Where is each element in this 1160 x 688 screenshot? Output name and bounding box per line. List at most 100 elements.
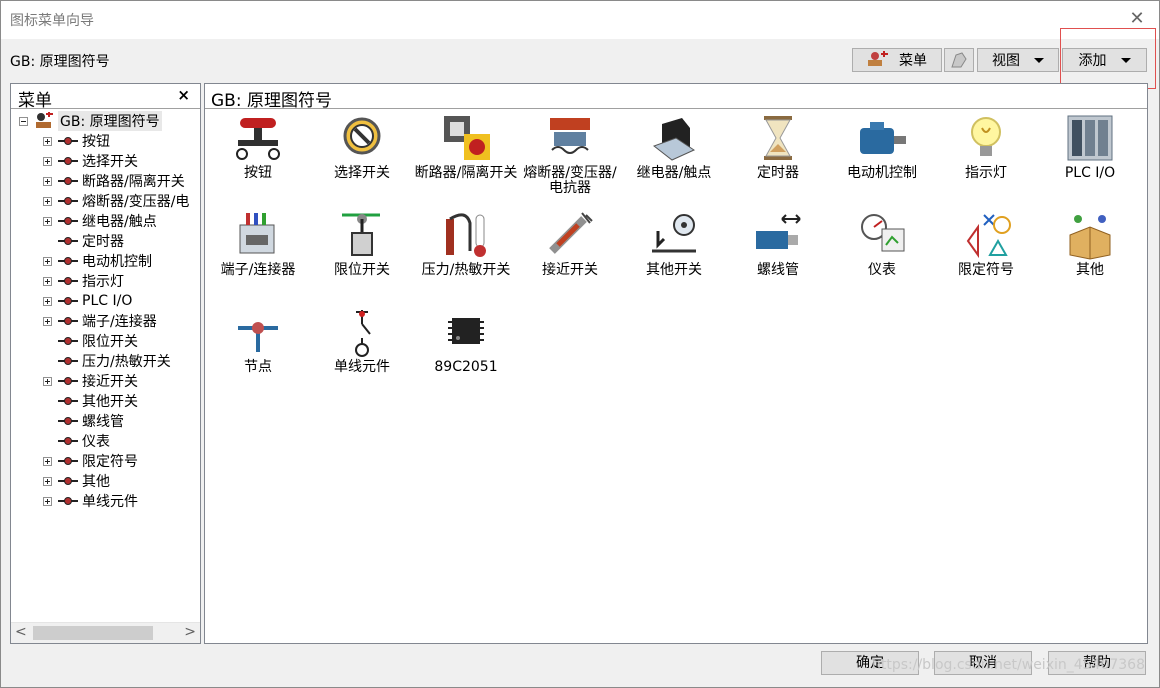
component-symbol-icon [58, 356, 78, 366]
symbol-tile-label: 螺线管 [757, 262, 799, 278]
symbol-tile-label: 节点 [244, 359, 272, 375]
symbol-tile[interactable]: 限定符号 [934, 207, 1038, 303]
qualifier-icon [966, 214, 1011, 259]
symbol-tile[interactable]: 仪表 [830, 207, 934, 303]
tree-item[interactable]: 压力/热敏开关 [43, 351, 171, 371]
symbol-tile[interactable]: 压力/热敏开关 [414, 207, 518, 303]
schematic-root-icon [36, 112, 53, 128]
component-symbol-icon [58, 176, 78, 186]
expand-icon[interactable] [43, 276, 52, 286]
tree-item[interactable]: 限位开关 [43, 331, 138, 351]
tree-item-label: 按钮 [82, 134, 110, 150]
symbol-tile[interactable]: 单线元件 [310, 304, 414, 400]
add-dropdown[interactable]: 添加 [1062, 48, 1147, 72]
tree-item[interactable]: 继电器/触点 [43, 211, 157, 231]
component-symbol-icon [58, 496, 78, 506]
expand-icon[interactable] [43, 496, 52, 506]
watermark: https://blog.csdn.net/weixin_45407368 [871, 657, 1145, 673]
title-bar: 图标菜单向导 ✕ [1, 1, 1159, 39]
expand-icon[interactable] [43, 216, 52, 226]
scroll-thumb[interactable] [33, 626, 153, 640]
scroll-left-icon[interactable]: < [15, 624, 27, 640]
meter-icon [861, 214, 905, 252]
expand-icon[interactable] [43, 296, 52, 306]
symbol-tile[interactable]: 熔断器/变压器/电抗器 [518, 110, 622, 206]
tree-item[interactable]: 选择开关 [43, 151, 138, 171]
symbol-tile[interactable]: 其他 [1038, 207, 1142, 303]
symbol-tile[interactable]: 电动机控制 [830, 110, 934, 206]
symbol-tile[interactable]: 按钮 [206, 110, 310, 206]
expand-icon[interactable] [43, 136, 52, 146]
tree-item[interactable]: PLC I/O [43, 291, 132, 311]
tree-item[interactable]: 指示灯 [43, 271, 124, 291]
tree-item[interactable]: 螺线管 [43, 411, 124, 431]
close-icon[interactable]: ✕ [1127, 9, 1147, 29]
symbol-tile[interactable]: 89C2051 [414, 304, 518, 400]
symbol-tile[interactable]: 继电器/触点 [622, 110, 726, 206]
tree-item[interactable]: 限定符号 [43, 451, 138, 471]
symbol-tile[interactable]: 限位开关 [310, 207, 414, 303]
expand-icon[interactable] [43, 176, 52, 186]
tree-root[interactable]: GB: 原理图符号 [19, 111, 162, 131]
expand-icon[interactable] [43, 316, 52, 326]
view-dropdown-label: 视图 [992, 53, 1020, 69]
symbol-tile[interactable]: 定时器 [726, 110, 830, 206]
symbol-tile-label: 继电器/触点 [636, 165, 712, 181]
tree-item-label: 端子/连接器 [82, 314, 157, 330]
limit-switch-icon [342, 213, 380, 256]
symbol-tile[interactable]: 选择开关 [310, 110, 414, 206]
component-symbol-icon [58, 216, 78, 226]
hourglass-icon [764, 116, 792, 160]
menu-button[interactable]: 菜单 [852, 48, 942, 72]
tree-item[interactable]: 仪表 [43, 431, 110, 451]
tree-root-label: GB: 原理图符号 [58, 111, 162, 131]
tree-item[interactable]: 其他开关 [43, 391, 138, 411]
component-symbol-icon [58, 296, 78, 306]
symbol-tile[interactable]: 接近开关 [518, 207, 622, 303]
expand-icon[interactable] [43, 476, 52, 486]
tree-item-label: 选择开关 [82, 154, 138, 170]
expand-icon[interactable] [43, 156, 52, 166]
tree-item[interactable]: 熔断器/变压器/电 [43, 191, 189, 211]
tree-item[interactable]: 单线元件 [43, 491, 138, 511]
tree-item-label: 仪表 [82, 434, 110, 450]
mode-toggle-button[interactable] [944, 48, 974, 72]
component-symbol-icon [58, 276, 78, 286]
menu-tree[interactable]: GB: 原理图符号 按钮选择开关 断路器/隔离开关 熔断器/变压器/电 继电器/触点定… [11, 110, 200, 620]
symbol-tile[interactable]: 其他开关 [622, 207, 726, 303]
symbol-tile-label: 端子/连接器 [220, 262, 296, 278]
tree-item[interactable]: 接近开关 [43, 371, 138, 391]
tree-item-label: 指示灯 [82, 274, 124, 290]
component-symbol-icon [58, 456, 78, 466]
collapse-icon[interactable] [19, 116, 28, 126]
expand-icon[interactable] [43, 456, 52, 466]
view-dropdown[interactable]: 视图 [977, 48, 1059, 72]
component-symbol-icon [58, 196, 78, 206]
tree-item[interactable]: 定时器 [43, 231, 124, 251]
symbol-tile-label: 接近开关 [542, 262, 598, 278]
symbol-tile[interactable]: 断路器/隔离开关 [414, 110, 518, 206]
horizontal-scrollbar[interactable]: < > [11, 622, 200, 643]
symbol-tile[interactable]: 节点 [206, 304, 310, 400]
component-symbol-icon [58, 336, 78, 346]
grid-pane-title: GB: 原理图符号 [211, 91, 332, 111]
expand-icon[interactable] [43, 196, 52, 206]
symbol-tile[interactable]: PLC I/O [1038, 110, 1142, 206]
tree-item[interactable]: 按钮 [43, 131, 110, 151]
tree-item[interactable]: 电动机控制 [43, 251, 152, 271]
symbol-tile[interactable]: 指示灯 [934, 110, 1038, 206]
expand-icon[interactable] [43, 256, 52, 266]
scroll-right-icon[interactable]: > [184, 624, 196, 640]
symbol-tile[interactable]: 端子/连接器 [206, 207, 310, 303]
symbol-tile[interactable]: 螺线管 [726, 207, 830, 303]
tree-item[interactable]: 断路器/隔离开关 [43, 171, 185, 191]
tree-item[interactable]: 端子/连接器 [43, 311, 157, 331]
tree-item[interactable]: 其他 [43, 471, 110, 491]
single-line-icon [355, 310, 371, 357]
expand-icon[interactable] [43, 376, 52, 386]
symbol-tile-label: PLC I/O [1064, 165, 1116, 181]
component-symbol-icon [58, 316, 78, 326]
close-icon[interactable]: × [177, 86, 190, 104]
selector-switch-icon [343, 117, 381, 155]
tree-item-label: 其他 [82, 474, 110, 490]
